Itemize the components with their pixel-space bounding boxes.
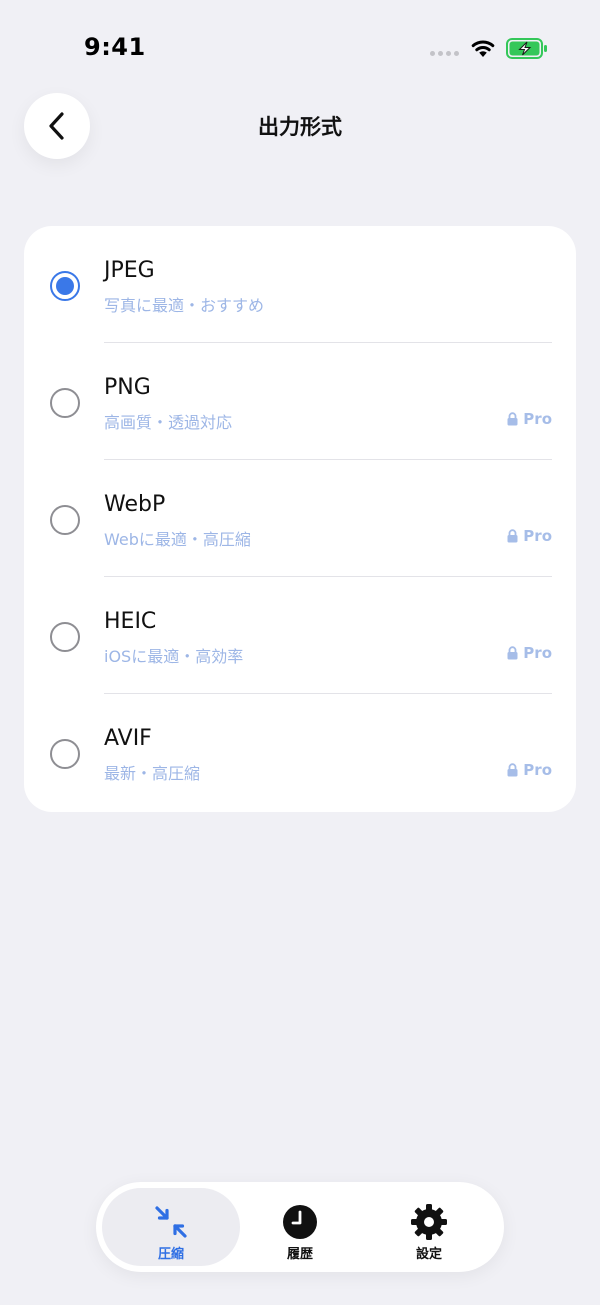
tab-bar: 圧縮 履歴 設定 [96,1182,504,1272]
format-description: Webに最適・高圧縮 [104,530,251,549]
radio-unselected[interactable] [50,505,80,535]
format-description: 写真に最適・おすすめ [104,296,265,315]
tab-label: 圧縮 [157,1247,184,1262]
format-list: JPEG 写真に最適・おすすめ PNG 高画質・透過対応 Pro WebP We… [24,226,576,812]
tab-compress[interactable]: 圧縮 [102,1188,240,1266]
output-format-screen: 9:41 出力形式 JPEG 写真に最適・おすすめ PNG 高画質・透過対応 P… [0,0,600,1305]
tab-history[interactable]: 履歴 [231,1188,369,1266]
format-name: JPEG [104,258,155,283]
format-option-png[interactable]: PNG 高画質・透過対応 Pro [24,343,576,460]
cellular-signal-icon [430,51,460,57]
lock-icon [507,529,518,543]
format-option-avif[interactable]: AVIF 最新・高圧縮 Pro [24,694,576,811]
pro-badge: Pro [507,410,552,428]
format-option-heic[interactable]: HEIC iOSに最適・高効率 Pro [24,577,576,694]
pro-badge: Pro [507,527,552,545]
format-description: iOSに最適・高効率 [104,647,244,666]
wifi-icon [471,40,495,57]
tab-label: 設定 [415,1247,442,1262]
status-bar: 9:41 [0,0,600,96]
radio-unselected[interactable] [50,622,80,652]
format-name: PNG [104,375,151,400]
radio-unselected[interactable] [50,739,80,769]
pro-label: Pro [523,761,552,779]
format-description: 最新・高圧縮 [104,764,201,783]
lock-icon [507,412,518,426]
status-time: 9:41 [84,33,146,61]
page-title: 出力形式 [258,115,342,139]
pro-badge: Pro [507,644,552,662]
clock-icon [283,1205,317,1239]
format-name: AVIF [104,726,152,751]
format-name: HEIC [104,609,157,634]
radio-selected[interactable] [50,271,80,301]
lock-icon [507,763,518,777]
lock-icon [507,646,518,660]
format-option-webp[interactable]: WebP Webに最適・高圧縮 Pro [24,460,576,577]
format-name: WebP [104,492,166,517]
tab-settings[interactable]: 設定 [360,1188,498,1266]
pro-badge: Pro [507,761,552,779]
battery-charging-icon [506,38,547,59]
format-description: 高画質・透過対応 [104,413,233,432]
compress-icon [155,1206,187,1238]
gear-icon [411,1204,447,1240]
format-option-jpeg[interactable]: JPEG 写真に最適・おすすめ [24,226,576,343]
pro-label: Pro [523,644,552,662]
tab-label: 履歴 [286,1247,313,1262]
radio-unselected[interactable] [50,388,80,418]
pro-label: Pro [523,410,552,428]
pro-label: Pro [523,527,552,545]
